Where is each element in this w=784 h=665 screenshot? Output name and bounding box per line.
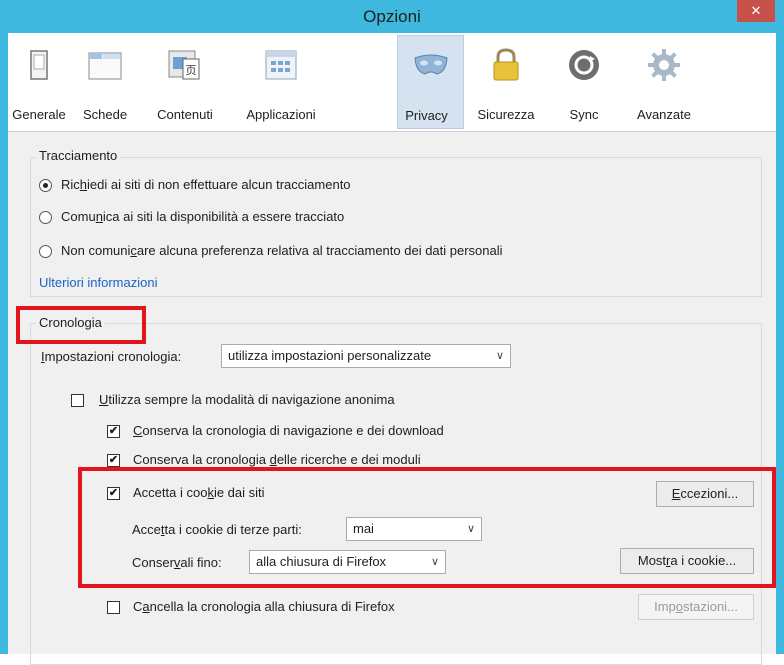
category-toolbar: Generale Schede 页 Contenuti Applicazioni… — [8, 33, 776, 132]
radio-no-preference[interactable] — [39, 245, 52, 258]
tab-sync[interactable]: Sync — [554, 35, 614, 129]
radio-do-not-track-label[interactable]: Richiedi ai siti di non effettuare alcun… — [61, 177, 351, 192]
checkbox-private-browsing[interactable] — [71, 394, 84, 407]
tab-label: Applicazioni — [246, 107, 316, 122]
title-bar[interactable]: Opzioni ✕ — [0, 0, 784, 33]
tab-avanzate[interactable]: Avanzate — [620, 35, 708, 129]
padlock-icon — [493, 48, 519, 81]
chevron-down-icon: ∨ — [495, 350, 504, 362]
gear-icon — [648, 49, 680, 81]
highlight-box-history — [16, 306, 146, 344]
radio-no-preference-label[interactable]: Non comunicare alcuna preferenza relativ… — [61, 243, 503, 258]
tracking-legend: Tracciamento — [36, 148, 121, 163]
tab-contenuti[interactable]: 页 Contenuti — [140, 35, 230, 129]
generale-icon — [30, 50, 48, 80]
contenuti-icon: 页 — [168, 50, 200, 80]
radio-allow-tracking-label[interactable]: Comunica ai siti la disponibilità a esse… — [61, 209, 344, 224]
tab-privacy[interactable]: Privacy — [397, 35, 464, 129]
tab-label: Generale — [12, 107, 66, 122]
history-settings-select[interactable]: utilizza impostazioni personalizzate ∨ — [221, 344, 511, 368]
svg-text:页: 页 — [186, 65, 197, 77]
close-button[interactable]: ✕ — [737, 0, 775, 22]
tab-label: Avanzate — [637, 107, 691, 122]
dialog-body: Generale Schede 页 Contenuti Applicazioni… — [8, 33, 776, 665]
radio-do-not-track[interactable] — [39, 179, 52, 192]
private-browsing-label[interactable]: Utilizza sempre la modalità di navigazio… — [99, 392, 395, 407]
radio-allow-tracking[interactable] — [39, 211, 52, 224]
history-settings-button: Impostazioni... — [638, 594, 754, 620]
highlight-box-cookies — [78, 467, 776, 588]
tab-sicurezza[interactable]: Sicurezza — [466, 35, 546, 129]
clear-on-close-label[interactable]: Cancella la cronologia alla chiusura di … — [133, 599, 395, 614]
schede-icon — [88, 52, 122, 80]
more-info-link[interactable]: Ulteriori informazioni — [39, 275, 157, 290]
tab-label: Sync — [569, 107, 599, 122]
applicazioni-icon — [265, 50, 297, 80]
window-title: Opzioni — [363, 7, 421, 26]
sync-icon — [569, 50, 599, 80]
history-settings-value: utilizza impostazioni personalizzate — [228, 348, 432, 363]
tab-label: Privacy — [405, 108, 448, 123]
checkbox-clear-on-close[interactable] — [107, 601, 120, 614]
tab-schede[interactable]: Schede — [70, 35, 140, 129]
privacy-mask-icon — [413, 54, 448, 75]
keep-history-label[interactable]: Conserva la cronologia di navigazione e … — [133, 423, 444, 438]
tab-applicazioni[interactable]: Applicazioni — [230, 35, 332, 129]
window-frame: Opzioni ✕ Generale Schede 页 Contenuti Ap… — [0, 0, 784, 665]
history-settings-label: Impostazioni cronologia: — [41, 349, 182, 364]
tab-label: Sicurezza — [477, 107, 535, 122]
tab-label: Schede — [82, 107, 128, 122]
checkbox-keep-search[interactable]: ✔ — [107, 454, 120, 467]
tab-generale[interactable]: Generale — [8, 35, 70, 129]
tab-label: Contenuti — [157, 107, 213, 122]
keep-search-label[interactable]: Conserva la cronologia delle ricerche e … — [133, 452, 421, 467]
checkbox-keep-history[interactable]: ✔ — [107, 425, 120, 438]
